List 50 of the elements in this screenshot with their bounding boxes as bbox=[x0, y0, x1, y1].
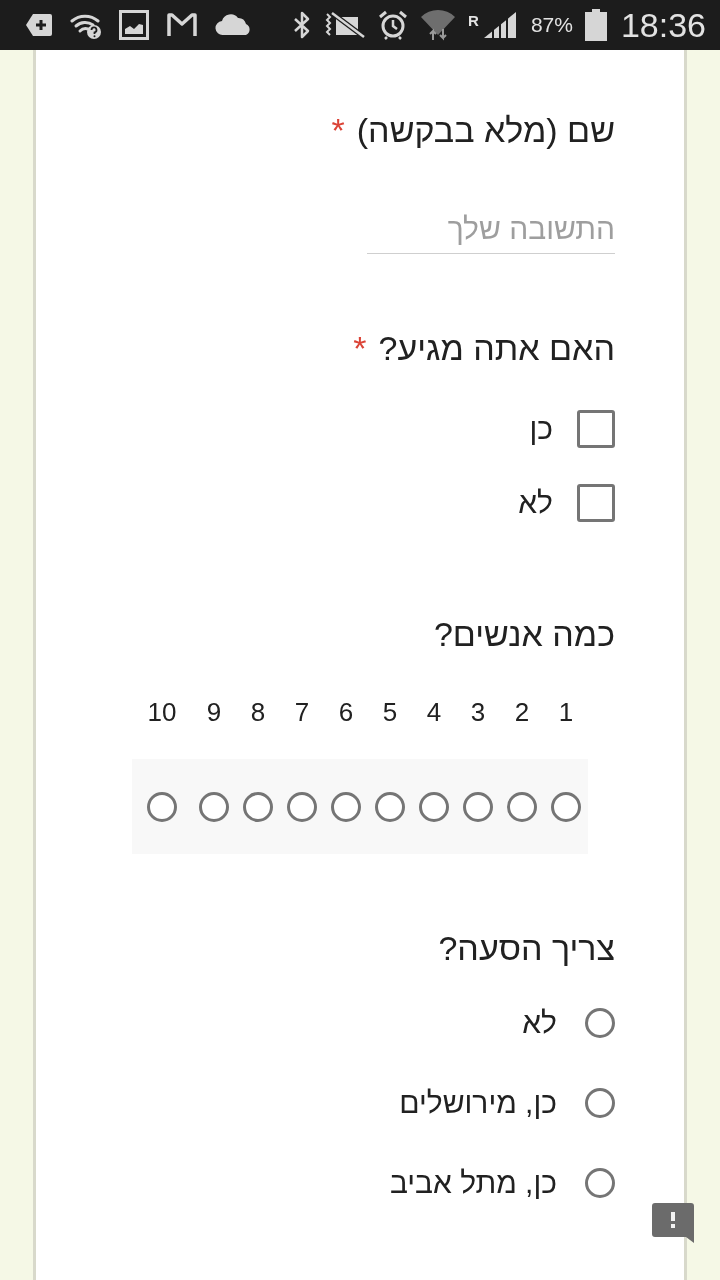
checkbox[interactable] bbox=[577, 410, 615, 448]
radio-button[interactable] bbox=[287, 791, 317, 822]
question-title: צריך הסעה? bbox=[438, 929, 615, 967]
question-title: כמה אנשים? bbox=[433, 615, 615, 653]
option-label: כן bbox=[529, 411, 553, 447]
vibrate-off-icon bbox=[324, 11, 367, 39]
option-label: לא bbox=[518, 485, 553, 521]
radio-button[interactable] bbox=[419, 791, 449, 822]
battery-percent: 87% bbox=[530, 13, 573, 37]
exclamation-bubble-icon[interactable] bbox=[652, 1203, 694, 1243]
answer-field[interactable]: התשובה שלך bbox=[367, 204, 615, 254]
battery-icon bbox=[584, 9, 607, 41]
radio-button[interactable] bbox=[199, 791, 229, 822]
radio-button[interactable] bbox=[551, 791, 581, 822]
signal-icon bbox=[482, 11, 517, 39]
scale-label: 9 bbox=[206, 696, 222, 729]
required-asterisk: * bbox=[353, 329, 367, 367]
option-label: כן, מירושלים bbox=[399, 1085, 557, 1121]
scale-label: 4 bbox=[426, 696, 442, 729]
radio-button[interactable] bbox=[243, 791, 273, 822]
question-title: שם (מלא בבקשה) bbox=[356, 111, 615, 149]
scale-label: 8 bbox=[250, 696, 266, 729]
scale-label: 6 bbox=[338, 696, 354, 729]
option-label: כן, מתל אביב bbox=[389, 1165, 557, 1201]
radio-button[interactable] bbox=[585, 1088, 615, 1118]
checkbox[interactable] bbox=[577, 484, 615, 522]
clock-time: 18:36 bbox=[620, 5, 706, 45]
radio-button[interactable] bbox=[375, 791, 405, 822]
required-asterisk: * bbox=[331, 111, 345, 149]
question-title: האם אתה מגיע? bbox=[378, 329, 615, 367]
radio-button[interactable] bbox=[463, 791, 493, 822]
wifi-arrows-icon bbox=[420, 9, 457, 41]
scale-label: 3 bbox=[470, 696, 486, 729]
radio-button[interactable] bbox=[147, 791, 177, 822]
image-icon bbox=[119, 10, 149, 40]
radio-button[interactable] bbox=[331, 791, 361, 822]
option-label: לא bbox=[522, 1005, 557, 1041]
radio-button[interactable] bbox=[585, 1168, 615, 1198]
cloud-icon bbox=[215, 14, 253, 36]
scale-label: 10 bbox=[147, 696, 177, 729]
roaming-indicator: R bbox=[468, 13, 479, 28]
scale-label: 1 bbox=[558, 696, 574, 729]
alarm-clock-icon bbox=[378, 10, 409, 40]
scale-label: 7 bbox=[294, 696, 310, 729]
scale-label: 5 bbox=[382, 696, 398, 729]
plus-tag-icon bbox=[25, 13, 53, 37]
radio-button[interactable] bbox=[507, 791, 537, 822]
scale-label: 2 bbox=[514, 696, 530, 729]
mail-icon bbox=[166, 12, 198, 38]
radio-button[interactable] bbox=[585, 1008, 615, 1038]
